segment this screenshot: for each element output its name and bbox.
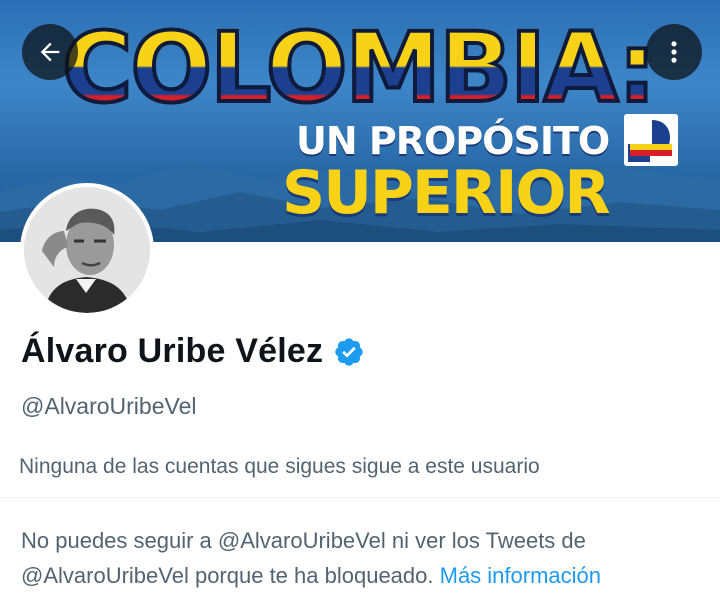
profile-name: Álvaro Uribe Vélez [21, 332, 324, 370]
arrow-left-icon [40, 42, 60, 62]
party-logo [624, 114, 678, 166]
more-options-button[interactable] [646, 24, 702, 80]
more-info-link[interactable]: Más información [440, 563, 601, 588]
banner-headline: COLOMBIA: [60, 12, 662, 124]
divider [0, 497, 720, 498]
profile-handle: @AlvaroUribeVel [21, 393, 197, 419]
banner-subline-1: UN PROPÓSITO [296, 119, 610, 163]
avatar-photo [24, 187, 150, 313]
profile-avatar[interactable] [20, 183, 154, 317]
blocked-notice: No puedes seguir a @AlvaroUribeVel ni ve… [21, 523, 711, 593]
followers-you-know-note: Ninguna de las cuentas que sigues sigue … [19, 455, 540, 478]
profile-name-row: Álvaro Uribe Vélez [21, 332, 365, 371]
back-button[interactable] [22, 24, 78, 80]
verified-badge-icon[interactable] [333, 336, 365, 368]
banner-subline-2: SUPERIOR [282, 158, 611, 228]
more-vertical-icon [671, 41, 677, 63]
